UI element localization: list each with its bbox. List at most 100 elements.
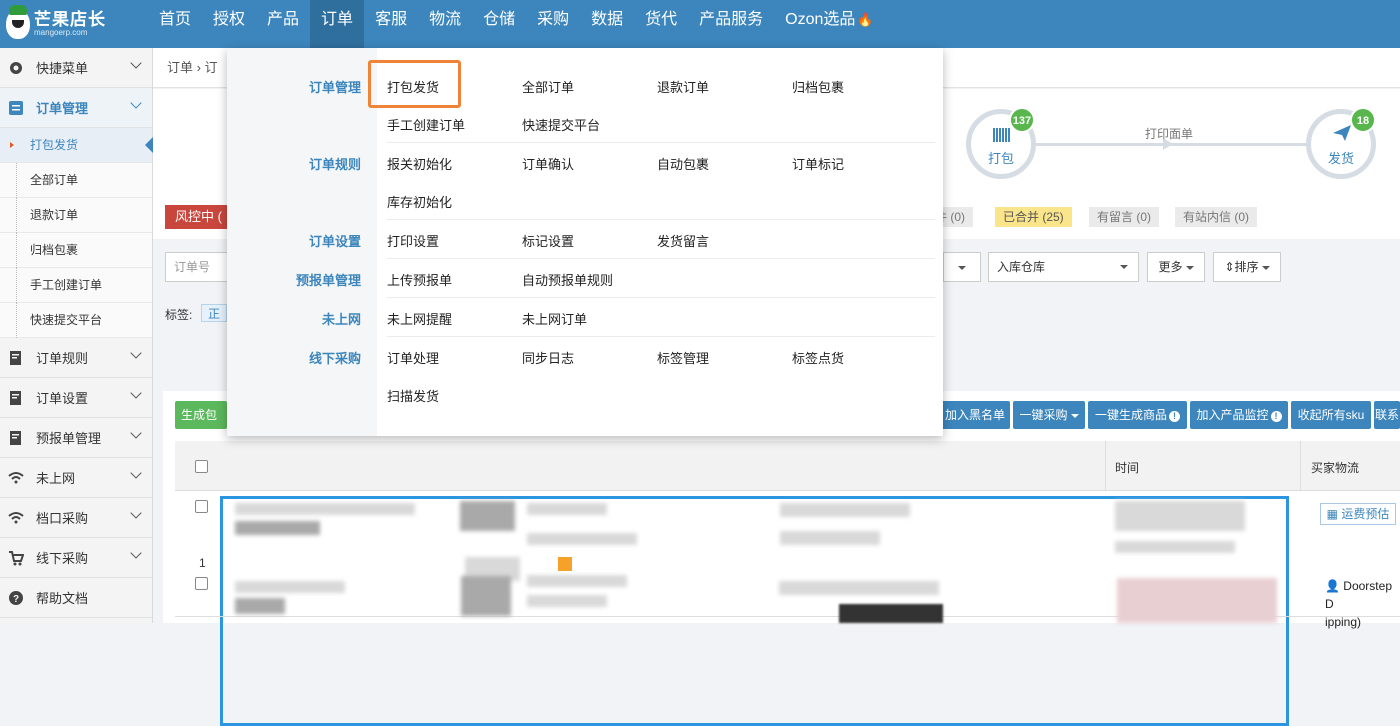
dd-pack-ship[interactable]: 打包发货 (387, 77, 439, 96)
row-checkbox[interactable] (195, 500, 208, 513)
sidebar-item-archive[interactable]: 归档包裹 (0, 233, 152, 268)
dd-scan-ship[interactable]: 扫描发货 (387, 386, 439, 405)
blurred-content (779, 581, 939, 595)
dd-print-settings[interactable]: 打印设置 (387, 231, 439, 250)
order-icon (8, 100, 24, 116)
site-message-tag[interactable]: 有站内信 (0) (1175, 207, 1258, 227)
sidebar-not-online[interactable]: 未上网 (0, 458, 152, 498)
monitor-label: 加入产品监控 (1196, 408, 1269, 422)
dd-order-confirm[interactable]: 订单确认 (522, 154, 574, 173)
nav-logistics[interactable]: 物流 (418, 0, 472, 48)
dd-all-orders[interactable]: 全部订单 (522, 77, 574, 96)
nav-data[interactable]: 数据 (580, 0, 634, 48)
freight-estimate-button[interactable]: ▦ 运费预估 (1320, 503, 1396, 525)
collapse-sku-button[interactable]: 收起所有sku (1291, 401, 1371, 429)
sidebar-order-mgmt[interactable]: 订单管理 (0, 88, 152, 128)
sidebar-order-mgmt-label: 订单管理 (36, 101, 89, 116)
dd-manual-create[interactable]: 手工创建订单 (387, 115, 465, 134)
dd-order-mark[interactable]: 订单标记 (792, 154, 844, 173)
logistics-name-2: ipping) (1325, 615, 1362, 629)
dd-order-process[interactable]: 订单处理 (387, 348, 439, 367)
nav-ozon[interactable]: Ozon选品 🔥 (774, 0, 884, 48)
chevron-down-icon (130, 507, 142, 519)
nav-service[interactable]: 客服 (364, 0, 418, 48)
dd-label-count[interactable]: 标签点货 (792, 348, 844, 367)
dd-customs-init[interactable]: 报关初始化 (387, 154, 452, 173)
blurred-image (461, 576, 511, 616)
sidebar-group-label: 线下采购 (36, 551, 89, 566)
blurred-content (780, 503, 910, 517)
sidebar-prealert[interactable]: 预报单管理 (0, 418, 152, 458)
blurred-content (1117, 578, 1277, 623)
dd-auto-prealert-rule[interactable]: 自动预报单规则 (522, 270, 613, 289)
more-button[interactable]: 更多 (1147, 252, 1205, 282)
row-checkbox[interactable] (195, 577, 208, 590)
caret-down-icon (1185, 265, 1194, 270)
doc-lock-icon (8, 390, 24, 406)
dd-archive[interactable]: 归档包裹 (792, 77, 844, 96)
nav-purchase[interactable]: 采购 (526, 0, 580, 48)
freight-label: 运费预估 (1341, 507, 1390, 521)
barcode-icon (993, 128, 1011, 142)
nav-ozon-label: Ozon选品 (785, 11, 856, 28)
product-monitor-button[interactable]: 加入产品监控! (1190, 401, 1288, 429)
nav-home[interactable]: 首页 (148, 0, 202, 48)
sidebar-order-rules[interactable]: 订单规则 (0, 338, 152, 378)
dd-cat-offline: 线下采购 (308, 351, 361, 366)
merged-tag[interactable]: 已合并 (25) (995, 207, 1072, 227)
nav-products[interactable]: 产品 (256, 0, 310, 48)
sidebar-item-pack-ship[interactable]: 打包发货 (0, 128, 153, 163)
label-row-title: 标签: (165, 308, 193, 322)
dd-auto-package[interactable]: 自动包裹 (657, 154, 709, 173)
sidebar-help-docs[interactable]: ? 帮助文档 (0, 578, 152, 618)
filter-select[interactable] (943, 252, 981, 282)
sort-button[interactable]: ⇕排序 (1213, 252, 1281, 282)
sidebar-item-quick-submit[interactable]: 快速提交平台 (0, 303, 152, 338)
nav-auth[interactable]: 授权 (202, 0, 256, 48)
dd-cat-order-settings: 订单设置 (308, 234, 361, 249)
blurred-content (527, 595, 607, 607)
nav-warehouse[interactable]: 仓储 (472, 0, 526, 48)
sidebar-item-manual-create[interactable]: 手工创建订单 (0, 268, 152, 303)
risk-tag[interactable]: 风控中 ( (165, 205, 232, 229)
sidebar-order-settings[interactable]: 订单设置 (0, 378, 152, 418)
sidebar-sub-label: 打包发货 (30, 138, 79, 152)
sidebar-stall-purchase[interactable]: 档口采购 (0, 498, 152, 538)
dd-stock-init[interactable]: 库存初始化 (387, 192, 452, 211)
sidebar-quick-menu[interactable]: 快捷菜单 (0, 48, 152, 88)
dd-quick-submit[interactable]: 快速提交平台 (522, 115, 600, 134)
sidebar: 快捷菜单 订单管理 打包发货 全部订单 退款订单 归档包裹 手工创建订单 快速提… (0, 48, 153, 623)
flow-line (1033, 143, 1313, 146)
gear-icon (8, 60, 24, 76)
dd-upload-prealert[interactable]: 上传预报单 (387, 270, 452, 289)
nav-orders[interactable]: 订单 (310, 0, 365, 48)
blacklist-button[interactable]: 加入黑名单 (940, 401, 1010, 429)
sidebar-item-all-orders[interactable]: 全部订单 (0, 163, 152, 198)
nav-product-service[interactable]: 产品服务 (688, 0, 774, 48)
dd-label-mgmt[interactable]: 标签管理 (657, 348, 709, 367)
blurred-content (1115, 541, 1235, 553)
caret-down-icon (1120, 265, 1128, 269)
nav-forwarder[interactable]: 货代 (634, 0, 688, 48)
warehouse-select[interactable]: 入库仓库 (988, 252, 1139, 282)
select-all-checkbox[interactable] (195, 460, 208, 473)
message-tag[interactable]: 有留言 (0) (1089, 207, 1160, 227)
logo[interactable]: 芒果店长 mangoerp.com (0, 0, 153, 48)
dd-mark-settings[interactable]: 标记设置 (522, 231, 574, 250)
row-index: 1 (199, 556, 206, 570)
dd-cat-order-mgmt: 订单管理 (308, 80, 361, 95)
pack-count-badge: 137 (1009, 107, 1035, 133)
sidebar-item-refund[interactable]: 退款订单 (0, 198, 152, 233)
dd-ship-message[interactable]: 发货留言 (657, 231, 709, 250)
doc-lock-icon (8, 350, 24, 366)
dd-not-online-orders[interactable]: 未上网订单 (522, 309, 587, 328)
generate-product-button[interactable]: 一键生成商品! (1088, 401, 1187, 429)
dd-sync-log[interactable]: 同步日志 (522, 348, 574, 367)
sidebar-offline-purchase[interactable]: 线下采购 (0, 538, 152, 578)
contact-button[interactable]: 联系 (1374, 401, 1400, 429)
dd-refund-orders[interactable]: 退款订单 (657, 77, 709, 96)
one-click-purchase-button[interactable]: 一键采购 (1013, 401, 1085, 429)
generate-package-button[interactable]: 生成包裹 (175, 401, 227, 429)
dd-not-online-alert[interactable]: 未上网提醒 (387, 309, 452, 328)
blurred-content (235, 503, 415, 515)
